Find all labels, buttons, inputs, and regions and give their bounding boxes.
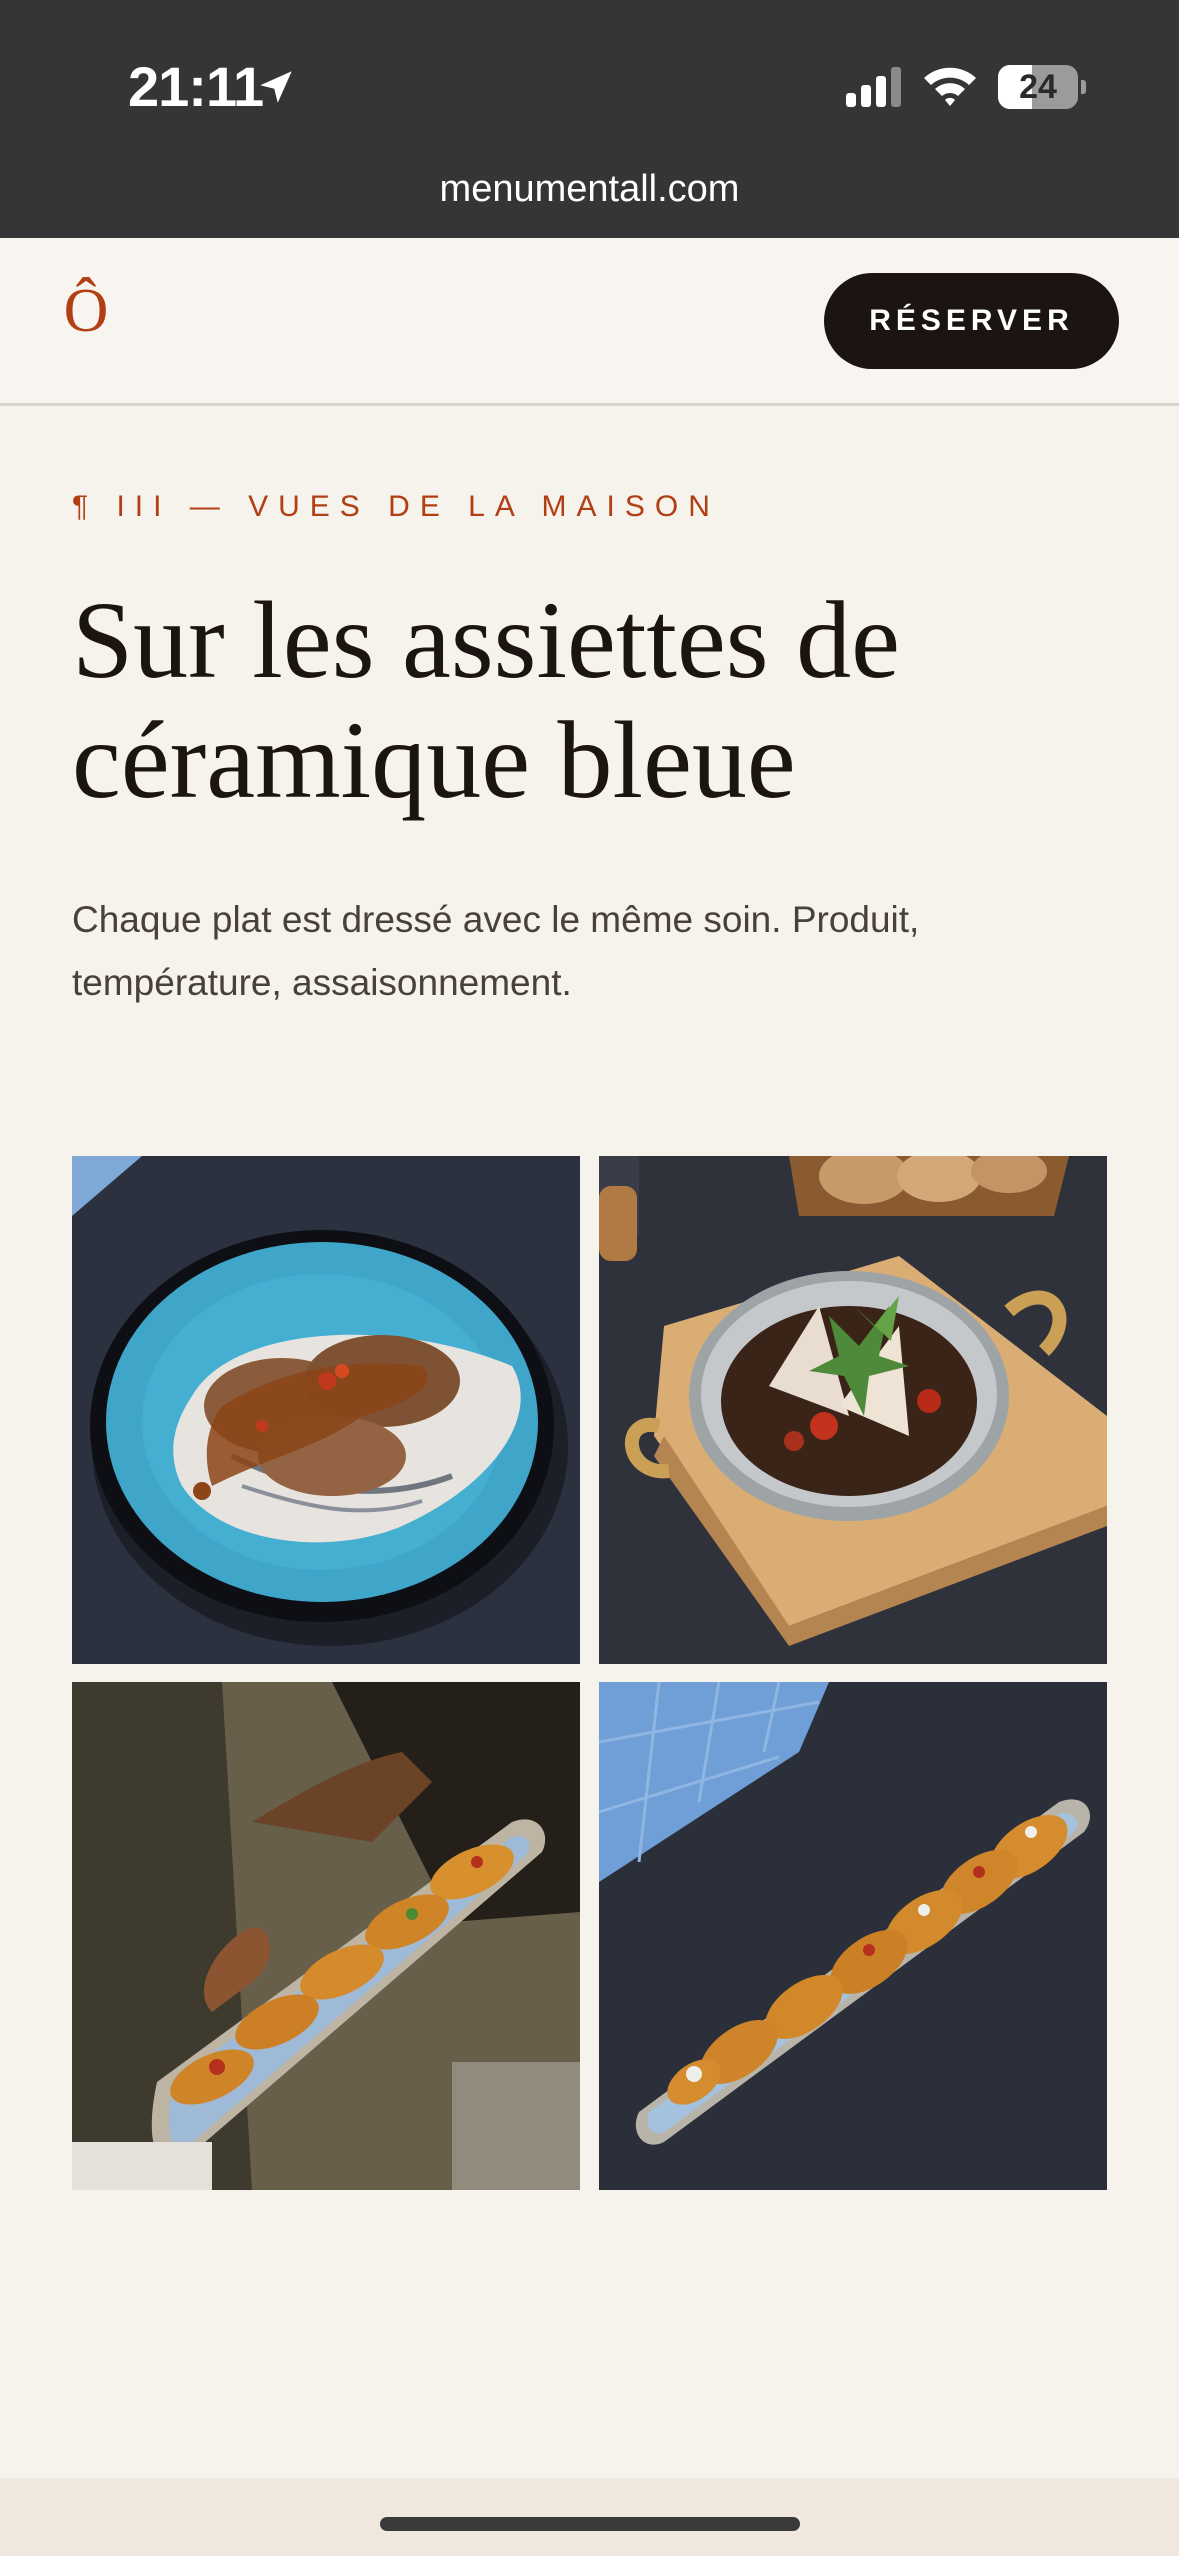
status-bar: 21:11 24 menumentall.com — [0, 0, 1179, 238]
dish-photo-copper-pan[interactable] — [599, 1156, 1107, 1664]
site-header: Ô RÉSERVER — [0, 238, 1179, 406]
status-time: 21:11 — [128, 55, 264, 118]
location-arrow-icon — [260, 71, 292, 103]
address-bar-url[interactable]: menumentall.com — [0, 168, 1179, 211]
section-description: Chaque plat est dressé avec le même soin… — [72, 899, 920, 1003]
wifi-icon — [924, 67, 976, 106]
section-title-line-2: céramique bleue — [72, 699, 796, 821]
dish-photo-croquettes-hand[interactable] — [72, 1682, 580, 2190]
dish-photo-croquettes-tray[interactable] — [599, 1682, 1107, 2190]
battery-tip — [1081, 80, 1086, 94]
battery-level: 24 — [1019, 68, 1057, 106]
cellular-signal-icon — [846, 67, 901, 107]
battery-icon: 24 — [998, 65, 1078, 109]
home-indicator[interactable] — [380, 2517, 800, 2531]
dish-photo-blue-plate-meat[interactable] — [72, 1156, 580, 1664]
section-eyebrow: ¶ III — VUES DE LA MAISON — [72, 490, 720, 523]
reserve-button[interactable]: RÉSERVER — [824, 273, 1119, 369]
section-title-line-1: Sur les assiettes de — [72, 579, 900, 701]
site-logo[interactable]: Ô — [56, 276, 116, 347]
section-title: Sur les assiettes de céramique bleue — [72, 580, 1132, 820]
